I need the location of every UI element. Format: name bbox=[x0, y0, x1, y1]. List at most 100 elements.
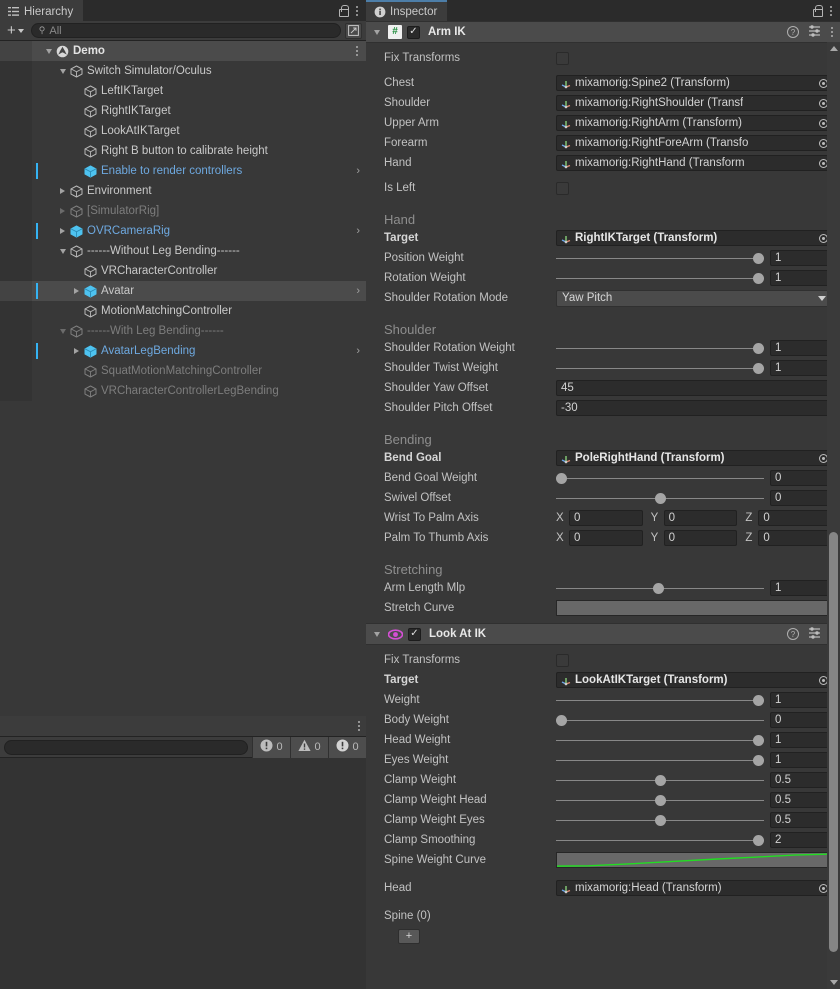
field-clamp-weight[interactable]: Clamp Weight 0.5 bbox=[366, 770, 840, 790]
field-shoulder-rotation-mode[interactable]: Shoulder Rotation Mode Yaw Pitch bbox=[366, 288, 840, 308]
help-icon[interactable]: ? bbox=[787, 26, 799, 38]
field-hand[interactable]: Hand mixamorig:RightHand (Transform bbox=[366, 153, 840, 173]
chest-object-field[interactable]: mixamorig:Spine2 (Transform) bbox=[556, 75, 832, 91]
field-palm-to-thumb-axis[interactable]: Palm To Thumb Axis X 0 Y 0 Z 0 bbox=[366, 528, 840, 548]
hierarchy-item-squatmotionmatchingcontroller[interactable]: SquatMotionMatchingController bbox=[0, 361, 366, 381]
head-object-field[interactable]: mixamorig:Head (Transform) bbox=[556, 880, 832, 896]
foldout-toggle[interactable] bbox=[56, 68, 69, 74]
field-bend-goal-weight[interactable]: Bend Goal Weight 0 bbox=[366, 468, 840, 488]
field-clamp-weight-head[interactable]: Clamp Weight Head 0.5 bbox=[366, 790, 840, 810]
field-shoulder-twist-weight[interactable]: Shoulder Twist Weight 1 bbox=[366, 358, 840, 378]
look-at-ik-enabled-checkbox[interactable]: ✓ bbox=[408, 627, 421, 641]
foldout-toggle[interactable] bbox=[56, 328, 69, 334]
shoulder-pitch-offset-value[interactable]: -30 bbox=[556, 400, 832, 416]
foldout-look-at-ik[interactable] bbox=[370, 631, 383, 637]
field-wrist-to-palm-axis[interactable]: Wrist To Palm Axis X 0 Y 0 Z 0 bbox=[366, 508, 840, 528]
lookat-target-object-field[interactable]: LookAtIKTarget (Transform) bbox=[556, 672, 832, 688]
field-clamp-smoothing[interactable]: Clamp Smoothing 2 bbox=[366, 830, 840, 850]
wrist-to-palm-y[interactable]: 0 bbox=[663, 510, 738, 526]
arm-length-mlp-value[interactable]: 1 bbox=[770, 580, 832, 596]
foldout-arm-ik[interactable] bbox=[370, 29, 383, 35]
field-stretch-curve[interactable]: Stretch Curve bbox=[366, 598, 840, 618]
shoulder-object-field[interactable]: mixamorig:RightShoulder (Transf bbox=[556, 95, 832, 111]
console-log-list[interactable] bbox=[0, 758, 366, 989]
field-shoulder[interactable]: Shoulder mixamorig:RightShoulder (Transf bbox=[366, 93, 840, 113]
head-weight-value[interactable]: 1 bbox=[770, 732, 832, 748]
component-header-arm-ik[interactable]: # ✓ Arm IK ? bbox=[366, 21, 840, 43]
wrist-to-palm-x[interactable]: 0 bbox=[569, 510, 643, 526]
palm-to-thumb-axis-vector3[interactable]: X 0 Y 0 Z 0 bbox=[556, 530, 833, 546]
field-shoulder-yaw-offset[interactable]: Shoulder Yaw Offset 45 bbox=[366, 378, 840, 398]
clamp-weight-value[interactable]: 0.5 bbox=[770, 772, 832, 788]
open-prefab-icon[interactable]: › bbox=[356, 165, 362, 177]
hierarchy-item-lookatiktarget[interactable]: LookAtIKTarget bbox=[0, 121, 366, 141]
swivel-offset-value[interactable]: 0 bbox=[770, 490, 832, 506]
hierarchy-item-without-leg-bending[interactable]: ------Without Leg Bending------ bbox=[0, 241, 366, 261]
forearm-object-field[interactable]: mixamorig:RightForeArm (Transfo bbox=[556, 135, 832, 151]
field-spine-weight-curve[interactable]: Spine Weight Curve bbox=[366, 850, 840, 870]
foldout-toggle[interactable] bbox=[70, 348, 83, 354]
shoulder-rotation-weight-slider[interactable] bbox=[556, 340, 764, 356]
foldout-toggle[interactable] bbox=[56, 248, 69, 254]
palm-to-thumb-x[interactable]: 0 bbox=[569, 530, 643, 546]
clamp-weight-head-value[interactable]: 0.5 bbox=[770, 792, 832, 808]
spine-weight-curve-field[interactable] bbox=[556, 852, 832, 868]
field-body-weight[interactable]: Body Weight 0 bbox=[366, 710, 840, 730]
kebab-icon[interactable] bbox=[829, 5, 833, 16]
fix-transforms-checkbox[interactable] bbox=[556, 51, 569, 65]
field-arm-length-mlp[interactable]: Arm Length Mlp 1 bbox=[366, 578, 840, 598]
hierarchy-item-right-b-button-to-calibrate-height[interactable]: Right B button to calibrate height bbox=[0, 141, 366, 161]
preset-icon[interactable] bbox=[808, 24, 821, 40]
position-weight-slider[interactable] bbox=[556, 250, 764, 266]
field-eyes-weight[interactable]: Eyes Weight 1 bbox=[366, 750, 840, 770]
clamp-weight-head-slider[interactable] bbox=[556, 792, 764, 808]
hierarchy-item-ovrcamerarig[interactable]: OVRCameraRig › bbox=[0, 221, 366, 241]
foldout-toggle[interactable] bbox=[42, 48, 55, 54]
clamp-weight-eyes-value[interactable]: 0.5 bbox=[770, 812, 832, 828]
palm-to-thumb-y[interactable]: 0 bbox=[663, 530, 738, 546]
field-forearm[interactable]: Forearm mixamorig:RightForeArm (Transfo bbox=[366, 133, 840, 153]
clamp-weight-eyes-slider[interactable] bbox=[556, 812, 764, 828]
bend-goal-object-field[interactable]: PoleRightHand (Transform) bbox=[556, 450, 832, 466]
lookat-fix-transforms-checkbox[interactable] bbox=[556, 653, 569, 667]
arm-ik-enabled-checkbox[interactable]: ✓ bbox=[407, 25, 420, 39]
lock-icon[interactable] bbox=[812, 5, 823, 17]
palm-to-thumb-z[interactable]: 0 bbox=[758, 530, 833, 546]
eyes-weight-slider[interactable] bbox=[556, 752, 764, 768]
hierarchy-item-simulatorrig[interactable]: [SimulatorRig] bbox=[0, 201, 366, 221]
field-lookat-target[interactable]: Target LookAtIKTarget (Transform) bbox=[366, 670, 840, 690]
hierarchy-tree[interactable]: Demo Switch Simulator/Oculus LeftIKTarget R… bbox=[0, 41, 366, 715]
field-lookat-weight[interactable]: Weight 1 bbox=[366, 690, 840, 710]
scrollbar-thumb[interactable] bbox=[829, 532, 838, 952]
eyes-weight-value[interactable]: 1 bbox=[770, 752, 832, 768]
open-prefab-icon[interactable]: › bbox=[356, 225, 362, 237]
hierarchy-item-vrcharactercontrollerlegbending[interactable]: VRCharacterControllerLegBending bbox=[0, 381, 366, 401]
field-swivel-offset[interactable]: Swivel Offset 0 bbox=[366, 488, 840, 508]
is-left-checkbox[interactable] bbox=[556, 181, 569, 195]
field-clamp-weight-eyes[interactable]: Clamp Weight Eyes 0.5 bbox=[366, 810, 840, 830]
field-shoulder-rotation-weight[interactable]: Shoulder Rotation Weight 1 bbox=[366, 338, 840, 358]
wrist-to-palm-axis-vector3[interactable]: X 0 Y 0 Z 0 bbox=[556, 510, 833, 526]
field-fix-transforms[interactable]: Fix Transforms bbox=[366, 48, 840, 68]
clamp-smoothing-slider[interactable] bbox=[556, 832, 764, 848]
open-prefab-icon[interactable]: › bbox=[356, 345, 362, 357]
shoulder-rotation-weight-value[interactable]: 1 bbox=[770, 340, 832, 356]
swivel-offset-slider[interactable] bbox=[556, 490, 764, 506]
field-position-weight[interactable]: Position Weight 1 bbox=[366, 248, 840, 268]
expand-window-icon[interactable] bbox=[345, 22, 362, 39]
scroll-up-button[interactable] bbox=[827, 42, 840, 55]
bend-goal-weight-value[interactable]: 0 bbox=[770, 470, 832, 486]
shoulder-yaw-offset-value[interactable]: 45 bbox=[556, 380, 832, 396]
open-prefab-icon[interactable]: › bbox=[356, 285, 362, 297]
warning-count-toggle[interactable]: 0 bbox=[290, 736, 328, 758]
kebab-icon[interactable] bbox=[355, 5, 359, 16]
upper-arm-object-field[interactable]: mixamorig:RightArm (Transform) bbox=[556, 115, 832, 131]
head-weight-slider[interactable] bbox=[556, 732, 764, 748]
component-header-look-at-ik[interactable]: ✓ Look At IK ? bbox=[366, 623, 840, 645]
error-count-toggle[interactable]: 0 bbox=[328, 736, 366, 758]
field-head[interactable]: Head mixamorig:Head (Transform) bbox=[366, 878, 840, 898]
field-head-weight[interactable]: Head Weight 1 bbox=[366, 730, 840, 750]
rotation-weight-value[interactable]: 1 bbox=[770, 270, 832, 286]
shoulder-rotation-mode-dropdown[interactable]: Yaw Pitch bbox=[556, 289, 832, 307]
kebab-icon[interactable] bbox=[357, 721, 361, 731]
